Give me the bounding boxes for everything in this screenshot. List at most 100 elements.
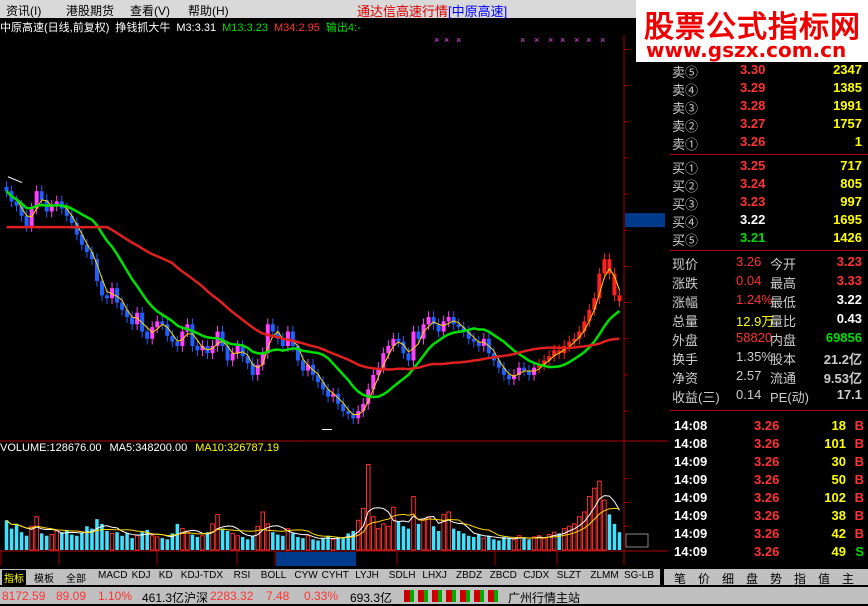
quote-row: 涨幅 1.24% 最低 3.22	[670, 292, 868, 310]
hs-amount: 693.3亿	[350, 591, 393, 605]
volume-bar	[200, 535, 205, 551]
quote-tab[interactable]: 势	[770, 570, 782, 587]
indicator-tab[interactable]: CYW	[294, 570, 317, 581]
tick-price: 3.26	[754, 418, 780, 433]
kline-chart[interactable]: × × × × × × × × × ×	[0, 35, 668, 569]
candle-body	[69, 215, 74, 224]
candle-body	[230, 353, 235, 361]
indicator-tab[interactable]: ZBCD	[490, 570, 517, 581]
quote-row: 14:09 3.26 50 B	[670, 472, 868, 490]
stock-name-label: 中原高速(日线,前复权)	[0, 22, 110, 34]
indicator-tab[interactable]: ZLMM	[590, 570, 618, 581]
buy-volume: 1695	[833, 212, 862, 227]
volume-bar	[502, 536, 506, 550]
quote-tab[interactable]: 笔	[674, 570, 686, 587]
volume-bar	[346, 533, 350, 550]
quote-tab[interactable]: 值	[818, 570, 830, 587]
volume-bar	[507, 538, 511, 550]
station-name[interactable]: 广州行情主站	[508, 589, 580, 606]
menu-hk-futures[interactable]: 港股期货	[66, 2, 114, 19]
indicator-tab[interactable]: SDLH	[389, 570, 416, 581]
volume-bar	[477, 534, 481, 550]
buy-label: 买①	[672, 161, 699, 176]
indicator-tab[interactable]: LHXJ	[422, 570, 446, 581]
indicator-tab[interactable]: 指标	[2, 570, 26, 585]
volume-bar	[95, 519, 99, 550]
tick-price: 3.26	[754, 436, 780, 451]
quote-row: 14:09 3.26 102 B	[670, 490, 868, 508]
tick-time: 14:09	[674, 490, 708, 505]
buy-label: 买④	[672, 215, 699, 230]
indicator-tab[interactable]: RSI	[234, 570, 251, 581]
buy-volume: 717	[840, 158, 862, 173]
chart-header: 中原高速(日线,前复权) 挣钱抓大牛 M3:3.31 M13:3.23 M34:2.95…	[0, 19, 628, 35]
volume-bar	[360, 507, 366, 551]
signal-marker: ×	[548, 35, 553, 45]
output4-value: 输出4:-	[325, 22, 361, 34]
quote-tab[interactable]: 价	[698, 570, 710, 587]
volume-bar	[175, 523, 180, 550]
candle-body	[39, 191, 44, 200]
quote-row: 卖② 3.27 1757	[670, 116, 868, 134]
quote-tab[interactable]: 指	[794, 570, 806, 587]
indicator-tab[interactable]: CYHT	[322, 570, 349, 581]
hs-change: 7.48	[266, 589, 290, 603]
volume-bar	[220, 528, 225, 550]
indicator-tab[interactable]: MACD	[98, 570, 127, 581]
stat-value: 3.33	[836, 273, 862, 288]
stat-value: 0.43	[836, 311, 862, 326]
volume-bar	[426, 516, 431, 551]
indicator-tab[interactable]: BOLL	[261, 570, 287, 581]
volume-bar	[421, 518, 426, 551]
indicator-tab[interactable]: KDJ-TDX	[181, 570, 223, 581]
indicator-tab[interactable]: KDJ	[132, 570, 151, 581]
menu-news[interactable]: 资讯(I)	[6, 2, 41, 19]
quote-tab[interactable]: 细	[722, 570, 734, 587]
indicator-tab[interactable]: SLZT	[557, 570, 581, 581]
volume-bar	[336, 536, 340, 550]
stat-value: 3.26	[736, 254, 762, 269]
volume-bar	[396, 521, 401, 550]
menu-help[interactable]: 帮助(H)	[188, 2, 229, 19]
volume-bar	[451, 528, 456, 550]
quote-row: 卖① 3.26 1	[670, 134, 868, 152]
quote-separator	[670, 154, 868, 155]
volume-bar	[296, 536, 300, 550]
quote-row: 买④ 3.22 1695	[670, 212, 868, 230]
indicator-name[interactable]: 挣钱抓大牛	[115, 22, 170, 34]
indicator-tab[interactable]: 模板	[34, 570, 54, 585]
volume-bar	[497, 540, 501, 550]
stat-label: 最高	[770, 276, 797, 291]
quote-tab[interactable]: 盘	[746, 570, 758, 587]
sh-index: 8172.59	[2, 589, 46, 603]
tick-volume: 102	[824, 490, 846, 505]
tick-time: 14:08	[674, 436, 708, 451]
volume-bar	[487, 535, 491, 550]
menu-view[interactable]: 查看(V)	[130, 2, 170, 19]
indicator-tab[interactable]: KD	[159, 570, 173, 581]
sell-price: 3.26	[740, 134, 766, 149]
sh-change: 89.09	[56, 589, 87, 603]
volume-bar	[190, 534, 195, 550]
volume-bar	[149, 535, 155, 551]
candle-body	[145, 331, 150, 339]
indicator-tab[interactable]: 全部	[66, 570, 86, 585]
indicator-tab[interactable]: ZBDZ	[456, 570, 482, 581]
volume-bar	[366, 464, 371, 551]
quote-row: 总量 12.9万 量比 0.43	[670, 311, 868, 329]
volume-bar	[461, 533, 466, 550]
indicator-tab[interactable]: SG-LB	[624, 570, 654, 581]
candle-body	[446, 317, 451, 322]
tick-side: B	[854, 526, 864, 541]
cursor-price-box	[625, 213, 665, 228]
tick-volume: 101	[824, 436, 846, 451]
stat-value: 58820	[736, 330, 773, 345]
volume-bar	[195, 536, 200, 550]
indicator-tab[interactable]: CJDX	[523, 570, 549, 581]
tick-volume: 18	[831, 418, 846, 433]
quote-row: 收益(三) 0.14 PE(动) 17.1	[670, 387, 868, 405]
quote-tab[interactable]: 主	[842, 570, 854, 587]
stock-tab[interactable]: [中原高速]	[448, 4, 507, 19]
candle-body	[4, 186, 9, 192]
indicator-tab[interactable]: LYJH	[355, 570, 379, 581]
